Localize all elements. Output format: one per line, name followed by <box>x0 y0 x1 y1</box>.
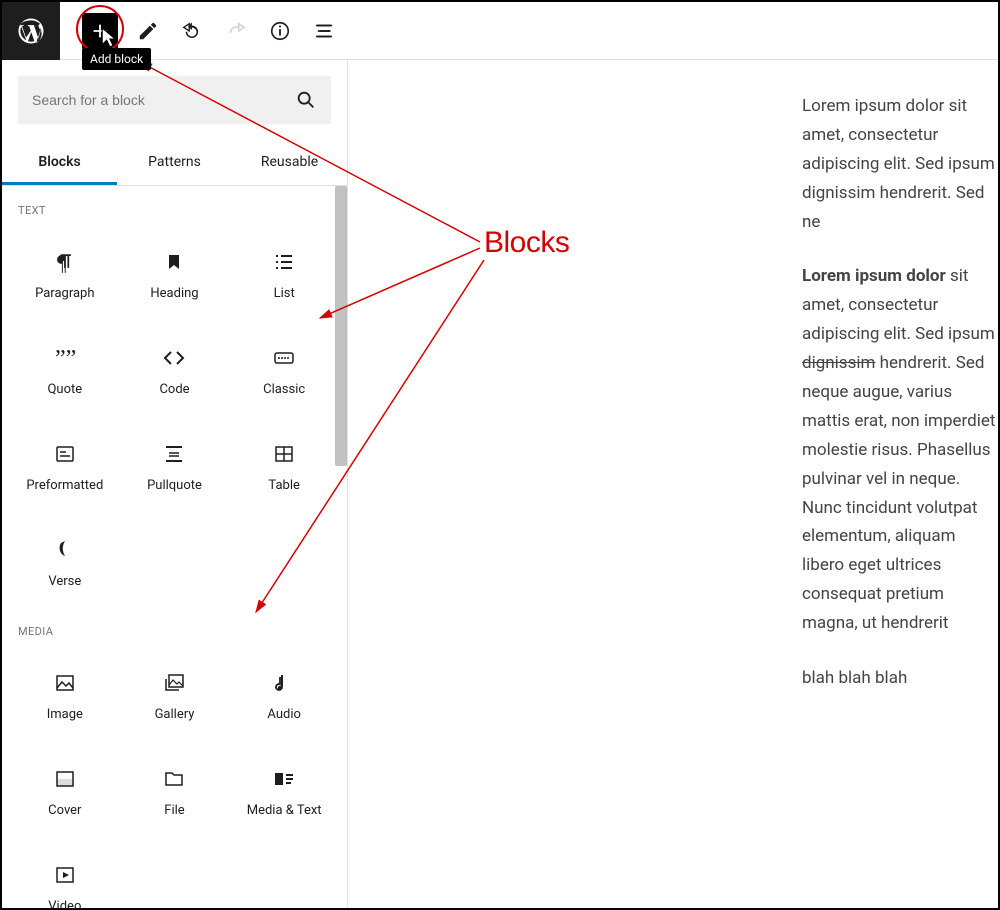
block-label: Paragraph <box>35 286 94 301</box>
block-quote[interactable]: ”” Quote <box>10 323 120 419</box>
info-button[interactable] <box>262 13 298 49</box>
text: hendrerit. Sed neque augue, varius matti… <box>802 353 995 633</box>
tab-patterns[interactable]: Patterns <box>117 140 232 185</box>
section-text-label: TEXT <box>10 200 339 227</box>
block-file[interactable]: File <box>120 744 230 840</box>
block-list[interactable]: TEXT ¶ Paragraph Heading List ”” Quote Code Cla… <box>2 186 347 908</box>
block-label: Media & Text <box>247 803 322 818</box>
outline-button[interactable] <box>306 13 342 49</box>
search-icon <box>295 89 317 111</box>
undo-button[interactable] <box>174 13 210 49</box>
block-media-text[interactable]: Media & Text <box>229 744 339 840</box>
block-cover[interactable]: Cover <box>10 744 120 840</box>
block-pullquote[interactable]: Pullquote <box>120 419 230 515</box>
block-verse[interactable]: Verse <box>10 515 120 611</box>
gallery-icon <box>162 671 186 695</box>
annotation-label: Blocks <box>484 226 569 260</box>
block-image[interactable]: Image <box>10 648 120 744</box>
edit-mode-button[interactable] <box>130 13 166 49</box>
block-video[interactable]: Video <box>10 840 120 908</box>
block-audio[interactable]: Audio <box>229 648 339 744</box>
block-table[interactable]: Table <box>229 419 339 515</box>
block-label: File <box>164 803 184 818</box>
block-label: Preformatted <box>26 478 103 493</box>
svg-text:¶: ¶ <box>57 250 67 274</box>
block-label: Quote <box>47 382 82 397</box>
wordpress-logo[interactable] <box>2 2 60 60</box>
heading-icon <box>162 250 186 274</box>
classic-icon <box>272 346 296 370</box>
verse-icon <box>53 538 77 562</box>
list-icon <box>272 250 296 274</box>
editor-toolbar <box>2 2 998 60</box>
cover-icon <box>53 767 77 791</box>
pullquote-icon <box>162 442 186 466</box>
add-block-tooltip: Add block <box>82 48 151 70</box>
inserter-tabs: Blocks Patterns Reusable <box>2 140 347 186</box>
strikethrough-text: dignissim <box>802 353 875 373</box>
block-label: Image <box>47 707 83 722</box>
block-code[interactable]: Code <box>120 323 230 419</box>
block-label: Code <box>159 382 189 397</box>
video-icon <box>53 863 77 887</box>
paragraph-block[interactable]: Lorem ipsum dolor sit amet, consectetur … <box>802 262 998 638</box>
quote-icon: ”” <box>53 346 77 370</box>
editor-canvas[interactable]: Lorem ipsum dolor sit amet, consectetur … <box>362 62 998 908</box>
svg-text:””: ”” <box>55 346 76 370</box>
search-input[interactable] <box>32 92 295 108</box>
add-block-button[interactable] <box>82 13 118 49</box>
redo-button[interactable] <box>218 13 254 49</box>
block-paragraph[interactable]: ¶ Paragraph <box>10 227 120 323</box>
block-label: Verse <box>48 574 81 589</box>
block-heading[interactable]: Heading <box>120 227 230 323</box>
tab-blocks[interactable]: Blocks <box>2 140 117 185</box>
image-icon <box>53 671 77 695</box>
block-list[interactable]: List <box>229 227 339 323</box>
block-label: Cover <box>48 803 81 818</box>
block-label: Pullquote <box>147 478 202 493</box>
section-media-label: MEDIA <box>10 621 339 648</box>
preformatted-icon <box>53 442 77 466</box>
table-icon <box>272 442 296 466</box>
file-icon <box>162 767 186 791</box>
code-icon <box>162 346 186 370</box>
block-gallery[interactable]: Gallery <box>120 648 230 744</box>
block-label: List <box>274 286 295 301</box>
block-label: Gallery <box>155 707 195 722</box>
block-label: Table <box>268 478 299 493</box>
media-text-icon <box>272 767 296 791</box>
block-label: Heading <box>150 286 198 301</box>
block-search[interactable] <box>18 76 331 124</box>
paragraph-block[interactable]: Lorem ipsum dolor sit amet, consectetur … <box>802 92 998 236</box>
block-classic[interactable]: Classic <box>229 323 339 419</box>
bold-text: Lorem ipsum dolor <box>802 266 946 286</box>
block-preformatted[interactable]: Preformatted <box>10 419 120 515</box>
audio-icon <box>272 671 296 695</box>
block-label: Classic <box>263 382 305 397</box>
block-label: Audio <box>267 707 300 722</box>
paragraph-icon: ¶ <box>53 250 77 274</box>
paragraph-block[interactable]: blah blah blah <box>802 664 998 693</box>
block-inserter-panel: Blocks Patterns Reusable TEXT ¶ Paragraph… <box>2 60 348 908</box>
tab-reusable[interactable]: Reusable <box>232 140 347 185</box>
scrollbar-thumb[interactable] <box>335 186 347 466</box>
block-label: Video <box>48 899 81 909</box>
